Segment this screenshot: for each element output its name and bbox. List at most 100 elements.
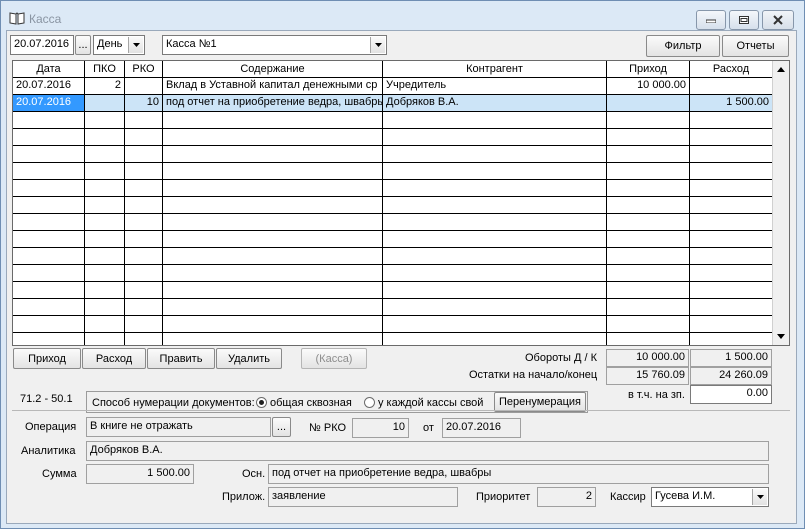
cell-content[interactable]: Вклад в Уставной капитал денежными ср	[163, 78, 383, 94]
rko-number-field[interactable]: 10	[352, 418, 409, 438]
cell-rko[interactable]	[125, 316, 163, 332]
numbering-common-label[interactable]: общая сквозная	[270, 397, 352, 409]
cell-income[interactable]	[607, 248, 690, 264]
cash-journal-table[interactable]: Дата ПКО РКО Содержание Контрагент Приход Расх…	[12, 60, 790, 346]
column-header-date[interactable]: Дата	[13, 61, 85, 78]
cashier-select[interactable]: Гусева И.М.	[651, 487, 769, 507]
column-header-pko[interactable]: ПКО	[85, 61, 125, 78]
cell-content[interactable]	[163, 163, 383, 179]
numbering-common-radio[interactable]	[256, 397, 267, 408]
column-header-content[interactable]: Содержание	[163, 61, 383, 78]
cell-counterparty[interactable]	[383, 163, 607, 179]
cell-income[interactable]	[607, 265, 690, 281]
cell-pko[interactable]	[85, 316, 125, 332]
cell-income[interactable]: 10 000.00	[607, 78, 690, 94]
table-row[interactable]	[13, 333, 773, 345]
cell-pko[interactable]	[85, 265, 125, 281]
cell-rko[interactable]	[125, 146, 163, 162]
cell-counterparty[interactable]	[383, 146, 607, 162]
cell-pko[interactable]	[85, 163, 125, 179]
cell-date[interactable]	[13, 146, 85, 162]
cell-counterparty[interactable]	[383, 316, 607, 332]
cell-content[interactable]	[163, 129, 383, 145]
cell-content[interactable]	[163, 231, 383, 247]
table-row[interactable]	[13, 231, 773, 248]
table-row[interactable]: 20.07.2016 10 под отчет на приобретение ве…	[13, 95, 773, 112]
priority-field[interactable]: 2	[537, 487, 596, 507]
cell-date[interactable]	[13, 112, 85, 128]
cell-rko[interactable]	[125, 129, 163, 145]
cell-counterparty[interactable]	[383, 180, 607, 196]
cell-rko[interactable]: 10	[125, 95, 163, 111]
cell-pko[interactable]	[85, 197, 125, 213]
cell-pko[interactable]	[85, 231, 125, 247]
period-select[interactable]: День	[93, 35, 145, 55]
table-row[interactable]	[13, 299, 773, 316]
cell-counterparty[interactable]	[383, 248, 607, 264]
vertical-scrollbar[interactable]	[772, 61, 789, 345]
cell-rko[interactable]	[125, 282, 163, 298]
cell-income[interactable]	[607, 146, 690, 162]
cell-counterparty[interactable]	[383, 112, 607, 128]
date-input[interactable]: 20.07.2016	[10, 35, 74, 55]
cell-expense[interactable]	[690, 146, 773, 162]
cell-content[interactable]	[163, 248, 383, 264]
cell-rko[interactable]	[125, 265, 163, 281]
table-row[interactable]	[13, 214, 773, 231]
cell-income[interactable]	[607, 95, 690, 111]
operation-field[interactable]: В книге не отражать	[86, 417, 271, 437]
cell-date[interactable]	[13, 163, 85, 179]
cell-content[interactable]	[163, 197, 383, 213]
analytics-field[interactable]: Добряков В.А.	[86, 441, 769, 461]
cell-expense[interactable]	[690, 231, 773, 247]
cell-date[interactable]	[13, 214, 85, 230]
cell-rko[interactable]	[125, 333, 163, 345]
cell-date[interactable]	[13, 248, 85, 264]
cell-date[interactable]	[13, 129, 85, 145]
table-row[interactable]	[13, 197, 773, 214]
cell-counterparty[interactable]: Учредитель	[383, 78, 607, 94]
cell-rko[interactable]	[125, 163, 163, 179]
cell-rko[interactable]	[125, 180, 163, 196]
basis-field[interactable]: под отчет на приобретение ведра, швабры	[268, 464, 769, 484]
cell-content[interactable]	[163, 333, 383, 345]
cell-income[interactable]	[607, 231, 690, 247]
cell-expense[interactable]	[690, 333, 773, 345]
sum-field[interactable]: 1 500.00	[86, 464, 194, 484]
cell-content[interactable]	[163, 299, 383, 315]
column-header-income[interactable]: Приход	[607, 61, 690, 78]
cell-income[interactable]	[607, 180, 690, 196]
table-row[interactable]	[13, 316, 773, 333]
cell-pko[interactable]	[85, 333, 125, 345]
cell-pko[interactable]	[85, 146, 125, 162]
cell-date[interactable]	[13, 299, 85, 315]
cell-date[interactable]: 20.07.2016	[13, 95, 85, 111]
table-row[interactable]	[13, 146, 773, 163]
cell-content[interactable]	[163, 146, 383, 162]
table-row[interactable]	[13, 248, 773, 265]
cell-content[interactable]	[163, 112, 383, 128]
cell-rko[interactable]	[125, 231, 163, 247]
add-expense-button[interactable]: Расход	[82, 348, 146, 369]
cell-expense[interactable]	[690, 78, 773, 94]
filter-button[interactable]: Фильтр	[646, 35, 720, 57]
cell-expense[interactable]	[690, 282, 773, 298]
cell-content[interactable]	[163, 316, 383, 332]
numbering-each-radio[interactable]	[364, 397, 375, 408]
cell-counterparty[interactable]	[383, 265, 607, 281]
cell-expense[interactable]	[690, 112, 773, 128]
cell-rko[interactable]	[125, 112, 163, 128]
cell-date[interactable]	[13, 197, 85, 213]
cell-expense[interactable]	[690, 214, 773, 230]
cell-pko[interactable]	[85, 248, 125, 264]
cell-expense[interactable]	[690, 265, 773, 281]
cell-counterparty[interactable]	[383, 299, 607, 315]
table-row[interactable]	[13, 265, 773, 282]
minimize-button[interactable]	[696, 10, 726, 30]
cell-expense[interactable]	[690, 316, 773, 332]
cell-date[interactable]	[13, 265, 85, 281]
attachment-field[interactable]: заявление	[268, 487, 458, 507]
cell-expense[interactable]	[690, 180, 773, 196]
cell-income[interactable]	[607, 333, 690, 345]
cell-income[interactable]	[607, 214, 690, 230]
